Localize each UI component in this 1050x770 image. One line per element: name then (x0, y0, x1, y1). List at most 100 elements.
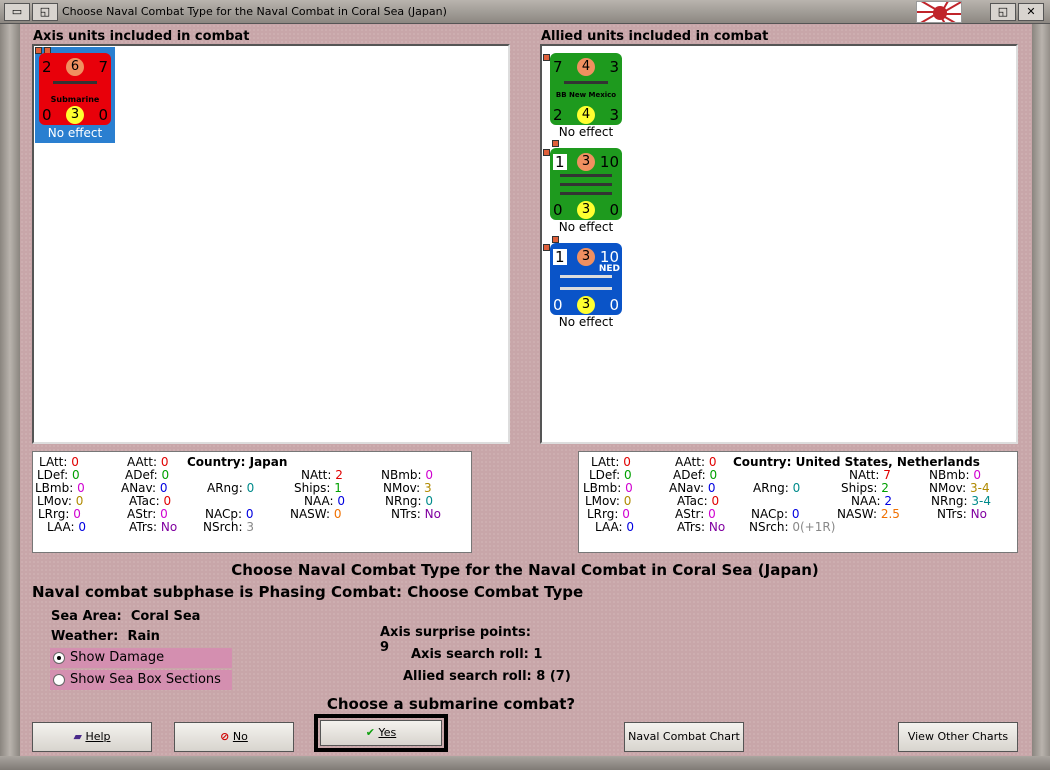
yes-button[interactable]: ✔ Yes (320, 720, 442, 746)
allied-units-panel: 7 4 3 BB New Mexico 2 4 3 No effect 1 3 … (540, 44, 1018, 444)
stat-value: 0(+1R) (792, 520, 836, 534)
stat-key: Ships: (841, 481, 878, 495)
counter-bottom-right: 0 (609, 201, 619, 219)
unit-counter-ned-group[interactable]: 1 3 10 NED 0 3 0 (550, 243, 622, 315)
stat-key: LAA: (595, 520, 623, 534)
unit-effect-label: No effect (47, 126, 103, 140)
counter-bottom-center: 3 (577, 296, 595, 314)
unit-counter-bb-new-mexico[interactable]: 7 4 3 BB New Mexico 2 4 3 (550, 53, 622, 125)
counter-unit-name: BB New Mexico (555, 91, 617, 99)
help-button[interactable]: ▰ Help (32, 722, 152, 752)
show-sea-box-label: Show Sea Box Sections (70, 672, 221, 687)
counter-top-center: 6 (66, 58, 84, 76)
show-sea-box-radio[interactable] (53, 674, 65, 686)
stat-key: NASW: (290, 507, 331, 521)
help-label: Help (85, 730, 111, 743)
unit-counter-cruiser-group[interactable]: 1 3 10 0 3 0 (550, 148, 622, 220)
stat-value: 0 (792, 481, 801, 495)
country-value: United States, Netherlands (795, 455, 980, 469)
counter-unit-name: Submarine (50, 95, 100, 104)
unit-flag-icon (552, 140, 559, 147)
stat-key: NACp: (205, 507, 243, 521)
allied-search-row: Allied search roll: 8 (7) (403, 669, 571, 684)
unit-counter-submarine[interactable]: 2 6 7 Submarine 0 3 0 (39, 53, 111, 125)
cruiser-silhouette-icon (560, 183, 612, 186)
cruiser-silhouette-icon (560, 192, 612, 195)
stat-value: 7 (883, 468, 891, 482)
submarine-combat-question: Choose a submarine combat? (326, 695, 576, 713)
stat-key: LBmb: (583, 481, 622, 495)
stat-key: NAA: (851, 494, 881, 508)
stat-key: ATac: (129, 494, 160, 508)
submarine-silhouette-icon (53, 81, 97, 84)
counter-bottom-left: 0 (553, 201, 563, 219)
unit-flag-icon (552, 236, 559, 243)
counter-top-left: 1 (553, 248, 567, 266)
show-damage-option[interactable]: Show Damage (50, 648, 232, 668)
stat-value: No (970, 507, 987, 521)
stat-value: 0 (73, 507, 81, 521)
stat-value: 0 (160, 455, 169, 469)
stat-key: AAtt: (675, 455, 705, 469)
stat-value: 0 (711, 494, 720, 508)
stat-key: NSrch: (203, 520, 243, 534)
stat-key: NTrs: (391, 507, 421, 521)
axis-search-key: Axis search roll: (411, 647, 529, 662)
stat-value: 0 (246, 481, 255, 495)
stat-key: ARng: (753, 481, 789, 495)
stat-value: 0 (707, 481, 716, 495)
stat-value: No (160, 520, 178, 534)
stat-value: 0 (708, 455, 717, 469)
show-sea-box-option[interactable]: Show Sea Box Sections (50, 670, 232, 690)
counter-top-right: 10 (599, 153, 619, 171)
view-other-charts-button[interactable]: View Other Charts (898, 722, 1018, 752)
stat-key: LMov: (585, 494, 620, 508)
book-icon: ▰ (73, 730, 82, 743)
naval-combat-chart-button[interactable]: Naval Combat Chart (624, 722, 744, 752)
counter-nationality-label: NED (598, 264, 620, 274)
stat-key: NRng: (931, 494, 968, 508)
counter-top-left: 7 (553, 58, 563, 76)
stat-value: 0 (708, 507, 716, 521)
stat-key: LAtt: (39, 455, 68, 469)
stat-value: 2 (881, 481, 889, 495)
unit-effect-label: No effect (558, 220, 614, 234)
show-damage-radio[interactable] (53, 652, 65, 664)
counter-top-left: 2 (42, 58, 52, 76)
stat-key: LDef: (589, 468, 621, 482)
close-icon[interactable]: ✕ (1018, 3, 1044, 21)
stat-value: 0 (626, 520, 635, 534)
stat-value: 0 (791, 507, 800, 521)
counter-bottom-center: 3 (66, 106, 84, 124)
weather-key: Weather: (51, 629, 119, 644)
stat-key: NAtt: (301, 468, 332, 482)
stat-value: 0 (75, 494, 84, 508)
restore-icon[interactable]: ◱ (32, 3, 58, 21)
stat-value: 2 (335, 468, 343, 482)
counter-top-right: 3 (609, 58, 619, 76)
stat-value: 0 (159, 481, 168, 495)
show-damage-label: Show Damage (70, 650, 165, 665)
counter-bottom-left: 0 (42, 106, 52, 124)
subphase-text: Naval combat subphase is Phasing Combat:… (32, 583, 584, 601)
axis-units-panel: 2 6 7 Submarine 0 3 0 No effect (32, 44, 510, 444)
counter-top-center: 4 (577, 58, 595, 76)
sea-area-value: Coral Sea (130, 609, 201, 624)
stat-value: 0 (623, 494, 632, 508)
restore-icon[interactable]: ◱ (990, 3, 1016, 21)
stat-value: 1 (334, 481, 342, 495)
stat-key: Country: (187, 455, 246, 469)
stat-key: LBmb: (35, 481, 74, 495)
country-value: Japan (249, 455, 288, 469)
surprise-value: 9 (380, 640, 390, 655)
stat-value: 0 (163, 494, 172, 508)
weather-value: Rain (127, 629, 160, 644)
stat-value: 0 (333, 507, 342, 521)
stat-key: ARng: (207, 481, 243, 495)
stat-value: 0 (425, 468, 434, 482)
unit-effect-label: No effect (558, 315, 614, 329)
no-button[interactable]: ⊘ No (174, 722, 294, 752)
cruiser-silhouette-icon (560, 174, 612, 177)
minimize-icon[interactable]: ▭ (4, 3, 30, 21)
cruiser-silhouette-icon (560, 275, 612, 278)
